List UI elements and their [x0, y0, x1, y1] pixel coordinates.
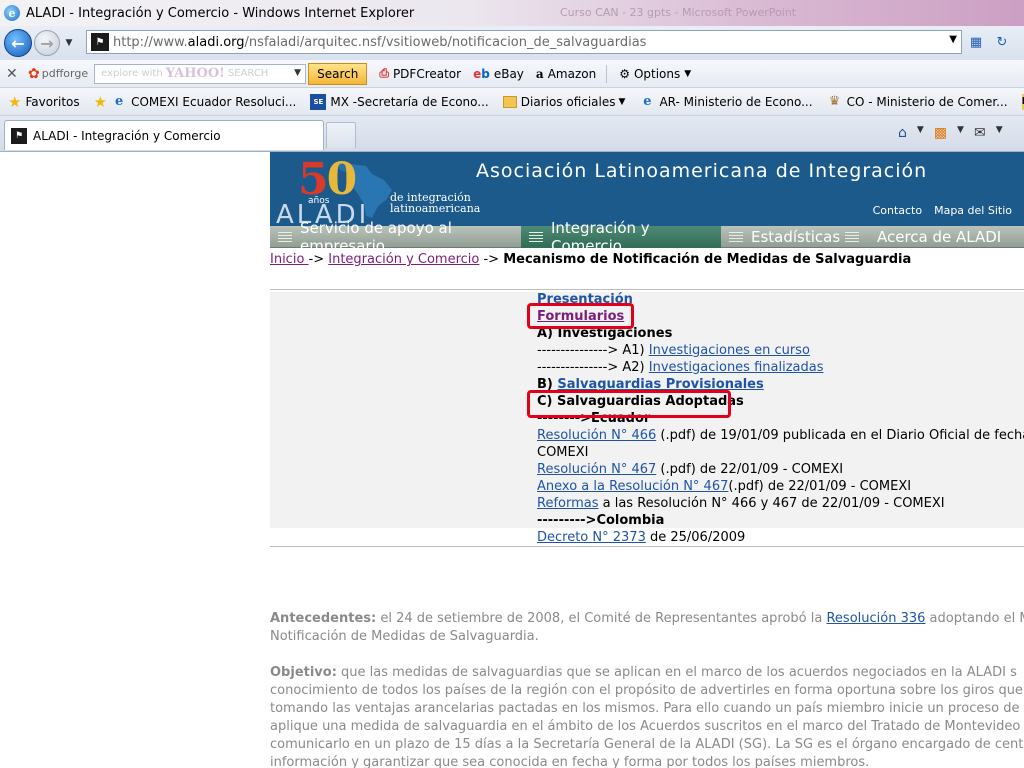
favorite-item-comexi[interactable]: ★ e COMEXI Ecuador Resoluci...	[94, 93, 297, 111]
site-favicon-icon: ⚑	[11, 127, 27, 144]
address-dropdown-icon[interactable]: ▼	[949, 34, 957, 45]
options-button[interactable]: ⚙ Options ▼	[619, 67, 691, 81]
favorites-button[interactable]: ★ Favoritos	[8, 93, 80, 111]
internet-explorer-icon: e	[4, 5, 20, 21]
menu-item-acerca[interactable]: Acerca de ALADI	[837, 226, 1024, 248]
breadcrumb: Inicio -> Integración y Comercio -> Meca…	[270, 252, 912, 267]
home-icon[interactable]: ⌂	[898, 125, 907, 141]
investigaciones-en-curso-link[interactable]: Investigaciones en curso	[649, 343, 810, 358]
favorite-item-ar[interactable]: e AR- Ministerio de Econo...	[639, 94, 812, 110]
favorites-bar: ★ Favoritos ★ e COMEXI Ecuador Resoluci... …	[0, 88, 1024, 116]
divider	[270, 289, 1024, 290]
yahoo-search-input[interactable]: explore with YAHOO! SEARCH ▼	[94, 63, 307, 84]
antecedentes-paragraph: Antecedentes: el 24 de setiembre de 2008…	[270, 611, 1024, 644]
pdfcreator-button[interactable]: ⎙ PDFCreator	[379, 66, 461, 81]
search-toolbar: ✕ ✿ pdfforge explore with YAHOO! SEARCH ▼…	[0, 60, 1024, 88]
site-heading: Asociación Latinoamericana de Integració…	[476, 160, 928, 182]
new-tab-button[interactable]	[326, 122, 356, 148]
web-page: 50 años ALADI de integración latinoameric…	[0, 152, 1024, 768]
search-dropdown-icon[interactable]: ▼	[294, 68, 301, 78]
window-title-bar: e ALADI - Integración y Comercio - Windo…	[0, 0, 1024, 26]
tab-aladi[interactable]: ⚑ ALADI - Integración y Comercio	[4, 120, 324, 150]
ebay-icon: eb	[473, 66, 490, 81]
resolucion-466-link[interactable]: Resolución N° 466	[537, 428, 656, 443]
resolucion-467-link[interactable]: Resolución N° 467	[537, 462, 656, 477]
gear-icon: ⚙	[619, 66, 630, 81]
main-menu: Servicio de apoyo al empresario Integrac…	[270, 219, 1024, 255]
breadcrumb-section-link[interactable]: Integración y Comercio	[328, 252, 479, 267]
reformas-link[interactable]: Reformas	[537, 496, 599, 511]
favorite-item-co[interactable]: ♛ CO - Ministerio de Comer...	[827, 94, 1008, 110]
aladi-banner: 50 años ALADI de integración latinoameric…	[270, 152, 1024, 226]
folder-icon	[502, 95, 517, 108]
objetivo-paragraph: Objetivo: que las medidas de salvaguardi…	[270, 665, 1024, 768]
background-window-title: Curso CAN - 23 gpts - Microsoft PowerPoi…	[560, 6, 797, 19]
ebay-button[interactable]: eb eBay	[473, 67, 524, 81]
mail-icon[interactable]: ✉	[974, 125, 986, 141]
address-row: ← → ▼ ⚑ http://www.aladi.org/nsfaladi/ar…	[0, 26, 1024, 60]
contact-link[interactable]: Contacto	[873, 204, 923, 217]
refresh-icon[interactable]: ↻	[992, 32, 1012, 52]
compatibility-view-icon[interactable]: ▦	[966, 32, 986, 52]
site-favicon-icon: ⚑	[91, 33, 109, 51]
adoptadas-highlight	[527, 390, 731, 418]
feed-dropdown-icon[interactable]: ▼	[957, 125, 964, 141]
ie-page-icon: e	[643, 94, 652, 109]
stop-icon[interactable]: ✕	[1018, 32, 1024, 52]
star-icon: ★	[8, 92, 22, 111]
coat-of-arms-icon: ♛	[828, 94, 841, 109]
menu-item-integracion[interactable]: Integración y Comercio	[521, 219, 721, 255]
home-dropdown-icon[interactable]: ▼	[917, 125, 924, 141]
favorite-folder-diarios[interactable]: Diarios oficiales ▼	[502, 95, 626, 109]
menu-item-estadisticas[interactable]: Estadísticas	[721, 226, 840, 248]
se-site-icon: SE	[310, 93, 327, 110]
address-bar[interactable]: ⚑ http://www.aladi.org/nsfaladi/arquitec…	[86, 30, 962, 54]
breadcrumb-current: Mecanismo de Notificación de Medidas de …	[503, 252, 912, 267]
anexo-resolucion-467-link[interactable]: Anexo a la Resolución N° 467	[537, 479, 728, 494]
favorite-item-mx[interactable]: SE MX -Secretaría de Econo...	[310, 93, 489, 110]
amazon-icon: a	[535, 66, 544, 81]
salvaguardias-list: Presentación Formularios A) Investigacio…	[537, 292, 1024, 545]
close-toolbar-icon[interactable]: ✕	[6, 66, 22, 82]
resolucion-336-link[interactable]: Resolución 336	[826, 611, 925, 626]
pdfforge-logo[interactable]: ✿ pdfforge	[28, 66, 88, 82]
logo-subtitle: de integración latinoamericana	[390, 191, 481, 215]
forward-button[interactable]: →	[34, 30, 60, 56]
recent-pages-dropdown-icon[interactable]: ▼	[62, 38, 76, 48]
sitemap-link[interactable]: Mapa del Sitio	[934, 204, 1012, 217]
divider	[270, 546, 1024, 547]
flame-icon: ✿	[28, 65, 40, 82]
folder-dropdown-icon: ▼	[618, 96, 626, 107]
tab-row: ⚑ ALADI - Integración y Comercio ⌂ ▼ ▩ ▼…	[0, 116, 1024, 152]
add-favorite-icon: ★	[93, 92, 108, 111]
rss-feed-icon[interactable]: ▩	[934, 125, 947, 141]
options-dropdown-icon: ▼	[684, 68, 692, 79]
back-button[interactable]: ←	[4, 29, 32, 57]
menu-item-servicio[interactable]: Servicio de apoyo al empresario	[270, 219, 521, 255]
decreto-2373-link[interactable]: Decreto N° 2373	[537, 530, 646, 545]
amazon-button[interactable]: a Amazon	[536, 67, 596, 81]
colombia-heading: --------->Colombia	[537, 513, 665, 528]
investigaciones-finalizadas-link[interactable]: Investigaciones finalizadas	[649, 360, 824, 375]
formularios-highlight	[527, 303, 634, 329]
pdf-icon: ⎙	[379, 66, 389, 80]
toolbar-separator	[606, 64, 608, 83]
window-title: ALADI - Integración y Comercio - Windows…	[26, 5, 415, 21]
ie-page-icon: e	[114, 94, 124, 109]
breadcrumb-home-link[interactable]: Inicio	[270, 252, 309, 267]
url-text[interactable]: http://www.aladi.org/nsfaladi/arquitec.n…	[113, 35, 646, 50]
mail-dropdown-icon[interactable]: ▼	[996, 125, 1003, 141]
search-button[interactable]: Search	[308, 62, 368, 85]
